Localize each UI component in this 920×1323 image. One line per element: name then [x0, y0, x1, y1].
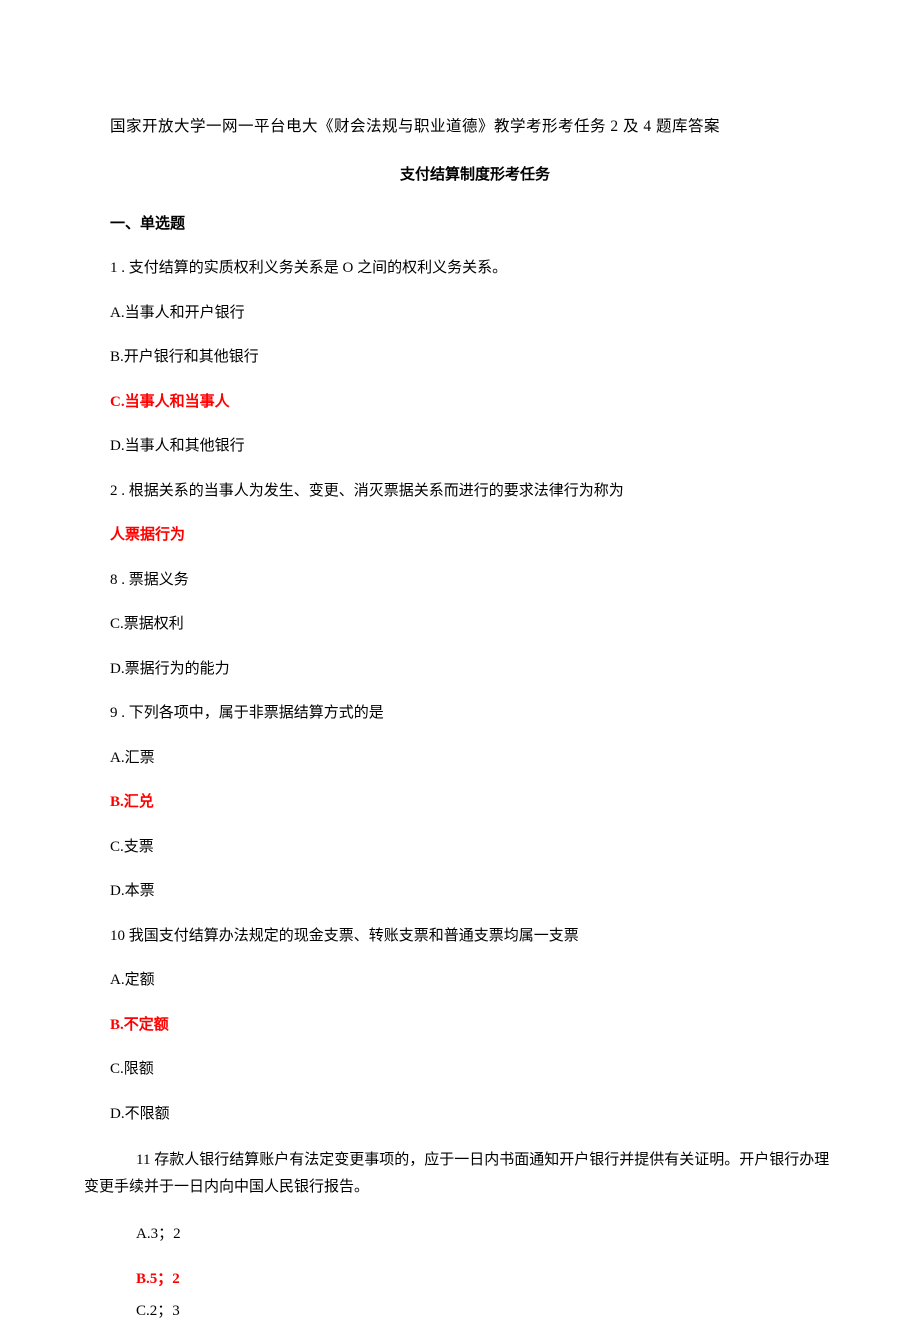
question-prompt: 11 存款人银行结算账户有法定变更事项的，应于一日内书面通知开户银行并提供有关证… — [110, 1147, 840, 1201]
option-c: C.2；3 — [110, 1300, 840, 1323]
question-prompt: 10 我国支付结算办法规定的现金支票、转账支票和普通支票均属一支票 — [110, 925, 840, 948]
option-c: C.限额 — [110, 1058, 840, 1081]
question-prompt: 2 . 根据关系的当事人为发生、变更、消灭票据关系而进行的要求法律行为称为 — [110, 480, 840, 503]
option-a-answer: 人票据行为 — [110, 524, 840, 547]
option-c-answer: C.当事人和当事人 — [110, 391, 840, 414]
option-c: C.支票 — [110, 836, 840, 859]
option-a: A.汇票 — [110, 747, 840, 770]
section-heading: 一、单选题 — [110, 213, 840, 236]
option-d: D.票据行为的能力 — [110, 658, 840, 681]
document-title: 国家开放大学一网一平台电大《财会法规与职业道德》教学考形考任务 2 及 4 题库… — [110, 115, 840, 138]
option-b: B.开户银行和其他银行 — [110, 346, 840, 369]
option-a: A.当事人和开户银行 — [110, 302, 840, 325]
question-prompt-line2: 变更手续并于一日内向中国人民银行报告。 — [84, 1179, 369, 1195]
option-b-answer: B.汇兑 — [110, 791, 840, 814]
option-b-answer: B.不定额 — [110, 1014, 840, 1037]
option-b: 8 . 票据义务 — [110, 569, 840, 592]
question-prompt: 9 . 下列各项中，属于非票据结算方式的是 — [110, 702, 840, 725]
option-c: C.票据权利 — [110, 613, 840, 636]
question-prompt: 1 . 支付结算的实质权利义务关系是 O 之间的权利义务关系。 — [110, 257, 840, 280]
question-prompt-line1: 11 存款人银行结算账户有法定变更事项的，应于一日内书面通知开户银行并提供有关证… — [110, 1147, 829, 1174]
option-a: A.定额 — [110, 969, 840, 992]
option-d: D.当事人和其他银行 — [110, 435, 840, 458]
document-subtitle: 支付结算制度形考任务 — [110, 164, 840, 187]
option-d: D.不限额 — [110, 1103, 840, 1126]
option-b-answer: B.5；2 — [110, 1268, 840, 1291]
option-a: A.3；2 — [110, 1223, 840, 1246]
option-d: D.本票 — [110, 880, 840, 903]
